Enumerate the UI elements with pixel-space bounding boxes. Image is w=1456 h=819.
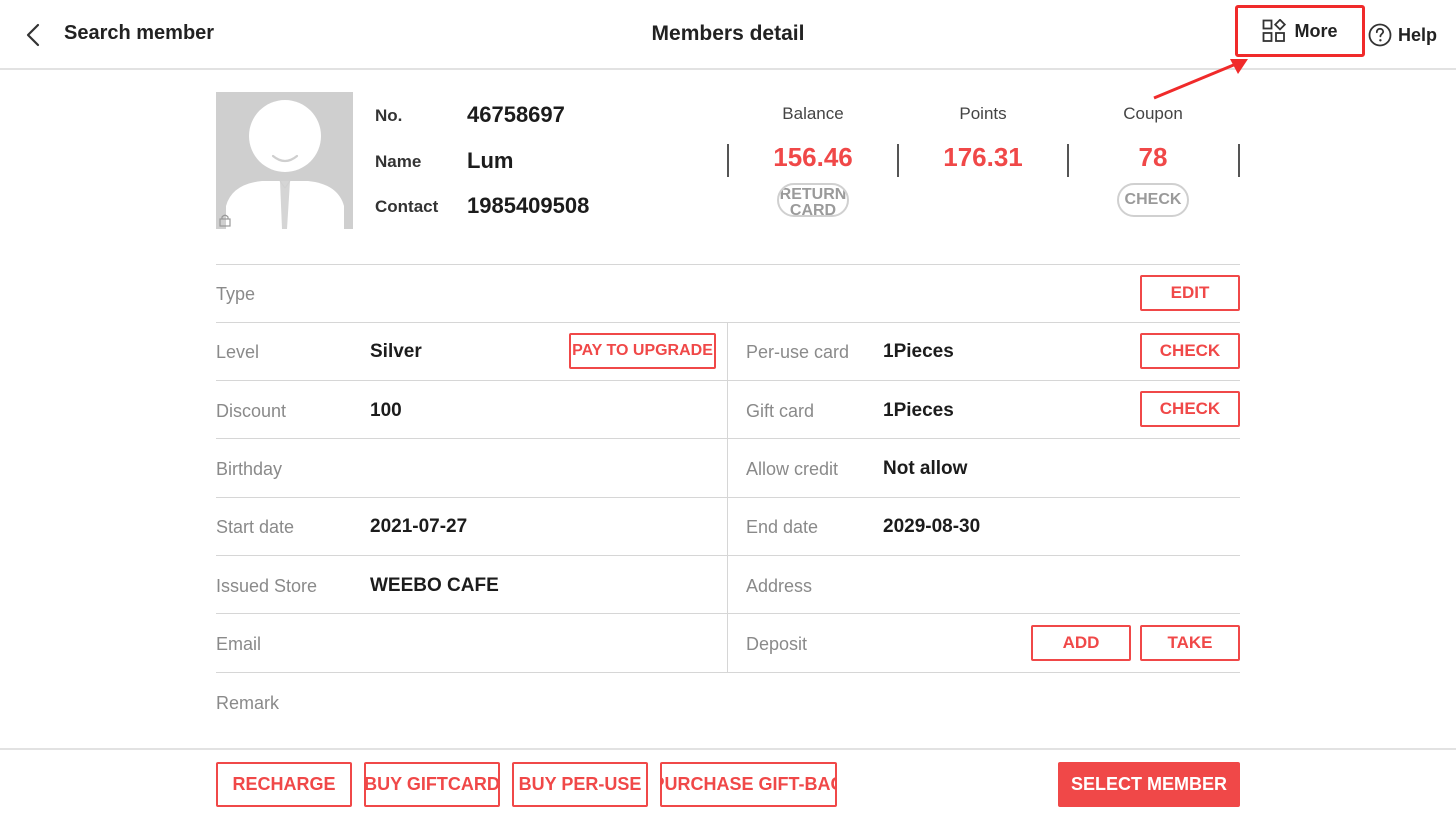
- member-contact-value: 1985409508: [467, 193, 590, 218]
- row-divider: [216, 672, 1240, 673]
- help-button[interactable]: Help: [1368, 20, 1437, 50]
- row-divider: [216, 555, 1240, 556]
- balance-label: Balance: [782, 104, 844, 123]
- gift-card-label: Gift card: [746, 401, 815, 421]
- discount-value: 100: [370, 400, 402, 421]
- purchase-gift-bag-button[interactable]: PURCHASE GIFT-BAG: [660, 762, 837, 807]
- row-divider: [216, 497, 1240, 498]
- stat-divider: [1238, 144, 1240, 177]
- help-label: Help: [1398, 24, 1438, 45]
- points-stat: Points 176.31: [898, 104, 1068, 173]
- deposit-add-button[interactable]: ADD: [1031, 625, 1131, 661]
- row-divider: [216, 438, 1240, 439]
- allow-credit-value: Not allow: [883, 458, 968, 479]
- row-divider: [216, 264, 1240, 265]
- buy-per-use-button[interactable]: BUY PER-USE: [512, 762, 648, 807]
- recharge-button[interactable]: RECHARGE: [216, 762, 352, 807]
- stat-divider: [897, 144, 899, 177]
- more-label: More: [1294, 20, 1338, 41]
- issued-store-value: WEEBO CAFE: [370, 575, 499, 596]
- lock-icon: [219, 214, 231, 227]
- default-avatar-icon: [216, 92, 353, 229]
- gift-card-value: 1Pieces: [883, 400, 954, 421]
- row-divider: [216, 322, 1240, 323]
- level-value: Silver: [370, 341, 422, 362]
- points-label: Points: [959, 104, 1007, 123]
- balance-stat: Balance 156.46: [728, 104, 898, 173]
- points-value: 176.31: [943, 142, 1023, 172]
- app-header: Search member Members detail More Help: [0, 0, 1456, 70]
- apps-grid-icon: [1263, 19, 1287, 42]
- per-use-check-button[interactable]: CHECK: [1140, 333, 1240, 369]
- type-label: Type: [216, 284, 256, 304]
- level-label: Level: [216, 342, 260, 362]
- member-name-label: Name: [375, 152, 422, 171]
- edit-type-button[interactable]: EDIT: [1140, 275, 1240, 311]
- back-button[interactable]: [18, 20, 48, 50]
- stat-divider: [727, 144, 729, 177]
- return-card-button[interactable]: RETURN CARD: [777, 183, 849, 217]
- allow-credit-label: Allow credit: [746, 459, 839, 479]
- end-date-label: End date: [746, 517, 819, 537]
- balance-value: 156.46: [773, 142, 853, 172]
- per-use-card-label: Per-use card: [746, 342, 850, 362]
- pay-to-upgrade-button[interactable]: PAY TO UPGRADE: [569, 333, 716, 369]
- email-label: Email: [216, 634, 262, 654]
- start-date-value: 2021-07-27: [370, 516, 468, 537]
- deposit-take-button[interactable]: TAKE: [1140, 625, 1240, 661]
- member-name-value: Lum: [467, 148, 514, 173]
- coupon-label: Coupon: [1123, 104, 1183, 123]
- member-contact-label: Contact: [375, 197, 439, 216]
- deposit-label: Deposit: [746, 634, 808, 654]
- coupon-value: 78: [1138, 142, 1168, 172]
- coupon-stat: Coupon 78: [1068, 104, 1238, 173]
- issued-store-label: Issued Store: [216, 576, 318, 596]
- row-divider: [216, 613, 1240, 614]
- address-label: Address: [746, 576, 813, 596]
- end-date-value: 2029-08-30: [883, 516, 981, 537]
- start-date-label: Start date: [216, 517, 295, 537]
- coupon-check-button[interactable]: CHECK: [1117, 183, 1189, 217]
- remark-label: Remark: [216, 693, 280, 713]
- footer-divider: [0, 748, 1456, 750]
- buy-giftcard-button[interactable]: BUY GIFTCARD: [364, 762, 500, 807]
- row-divider: [216, 380, 1240, 381]
- member-no-value: 46758697: [467, 102, 565, 127]
- gift-card-check-button[interactable]: CHECK: [1140, 391, 1240, 427]
- member-no-label: No.: [375, 106, 403, 125]
- column-divider: [727, 322, 728, 672]
- question-circle-icon: [1368, 23, 1392, 47]
- more-button[interactable]: More: [1235, 5, 1365, 57]
- back-label[interactable]: Search member: [64, 22, 214, 45]
- per-use-card-value: 1Pieces: [883, 341, 954, 362]
- member-avatar[interactable]: [216, 92, 353, 229]
- chevron-left-icon: [26, 23, 40, 47]
- stat-divider: [1067, 144, 1069, 177]
- select-member-button[interactable]: SELECT MEMBER: [1058, 762, 1240, 807]
- birthday-label: Birthday: [216, 459, 283, 479]
- discount-label: Discount: [216, 401, 287, 421]
